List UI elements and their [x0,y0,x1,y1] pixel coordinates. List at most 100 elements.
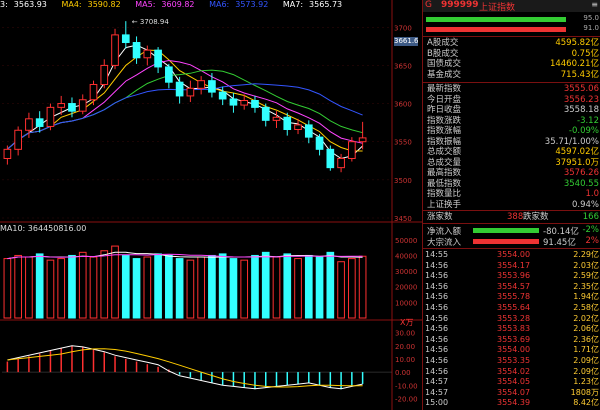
volume-bar [57,258,66,319]
quote-label: 指数涨跌 [427,115,462,126]
candle-body [25,118,33,131]
macd-tick-label: -10.00 [395,382,418,390]
quote-row: 指数振幅 35.71/1.00% [423,137,600,148]
quote-label: 指数量比 [427,189,462,199]
ma3-legend: 3: 3563.93 [0,0,47,9]
price-tick-label: 3550 [394,139,412,147]
up-count-label: 涨家数 [427,212,453,222]
tick-time: 14:56 [425,271,449,281]
ma6-legend: MA6: 3573.92 [209,0,269,9]
block-inflow-bar [473,239,539,244]
quote-label: 昨日收盘 [427,105,462,115]
tick-time: 14:56 [425,313,449,323]
tick-row: 14:56 3555.64 2.58亿 [423,303,600,313]
tick-amount: 1808万 [570,387,599,397]
macd-tick-label: 20.00 [395,343,415,351]
volume-bar [208,254,216,319]
tick-row: 14:57 3554.05 1.23亿 [423,377,600,387]
quote-row: A股成交 4595.82亿 [423,38,600,49]
quote-value: 4595.82亿 [555,38,599,48]
candle-body [14,129,22,150]
tick-amount: 2.06亿 [573,324,599,334]
market-mark: G [425,0,432,10]
ma4-legend: MA4: 3590.82 [61,0,121,9]
tick-row: 14:57 3554.07 1808万 [423,388,600,398]
candle-body [240,100,249,106]
quote-value: 3558.18 [563,105,599,115]
block-inflow-label: 大宗流入 [427,238,462,248]
volume-bar [358,255,367,319]
candle-body [315,136,324,150]
volume-bar [218,253,227,319]
quote-label: 基金成交 [427,69,462,80]
candle-body [57,103,66,108]
tick-price: 3553.35 [497,356,531,365]
tick-row: 14:56 3554.17 2.03亿 [423,261,600,271]
candle-body [294,124,302,130]
quote-value: 715.43亿 [560,69,599,80]
tick-amount: 2.03亿 [573,260,599,270]
quote-row: 指数量比 1.0 [423,189,600,200]
tick-price: 3554.57 [497,281,531,291]
candle-body [46,106,55,127]
ma-line-white [7,44,363,160]
volume-bar [165,254,173,319]
candle-body [348,141,356,159]
volume-bar [14,254,22,319]
quote-label: 国债成交 [427,59,462,69]
index-code: 999999 [441,0,479,10]
quote-value: 1.0 [585,189,599,199]
quote-label: 总成交量 [427,157,462,168]
net-inflow-row: 净流入额 -80.14亿 -2% [423,225,600,237]
volume-bar [68,254,76,319]
candle-body [272,116,281,121]
quote-value: -0.09% [568,126,599,136]
candle-body [154,49,162,68]
peak-label: ← 3708.94 [132,18,170,26]
quote-value: 3540.55 [563,178,599,189]
sell-strength-meter [426,27,566,32]
volume-unit-label: X万 [400,318,414,327]
volume-bar [89,256,98,319]
volume-bar [132,258,141,319]
net-inflow-bar [473,228,539,233]
divider [423,82,600,83]
quote-row: 昨日收盘 3558.18 [423,105,600,116]
tick-time: 14:55 [425,250,449,259]
tick-time: 14:56 [425,281,449,291]
quote-value: 37951.0万 [555,157,599,168]
menu-lines-icon[interactable]: ≡ [591,0,598,9]
tick-price: 3554.00 [497,345,531,355]
tick-price: 3555.64 [497,303,531,312]
tick-time: 14:56 [425,292,449,302]
tick-row: 15:00 3554.39 8.42亿 [423,398,600,408]
kline-chart[interactable]: 3700 3650 3600 3550 3500 3450 50000 40000 30000 2… [0,0,422,410]
candle-body [78,99,87,112]
candle-body [197,80,205,89]
tick-price: 3554.07 [497,387,531,397]
price-tick-label: 3700 [394,24,412,32]
tick-amount: 2.02亿 [573,313,599,323]
quote-value: 35.71/1.00% [544,136,599,147]
tick-price: 3554.00 [497,250,531,259]
candle-body [100,64,109,85]
quote-value: 0.75亿 [571,48,599,59]
candle-body [337,157,345,169]
chart-area[interactable]: 3700 3650 3600 3550 3500 3450 50000 40000 30000 2… [0,0,422,410]
tick-row: 14:56 3554.02 2.09亿 [423,367,600,377]
ma7-legend: MA7: 3565.73 [282,0,343,9]
tick-row: 14:56 3553.28 2.02亿 [423,314,600,324]
tick-time: 14:56 [425,334,449,344]
tick-price: 3553.96 [497,271,531,281]
volume-bar [251,254,259,319]
tick-price: 3554.39 [497,398,531,408]
quote-row: 国债成交 14460.21亿 [423,59,600,70]
buy-strength-meter [426,17,566,22]
candle-body [251,100,259,108]
candle-body [261,106,270,121]
quote-row: 总成交量 37951.0万 [423,158,600,169]
quote-row: 最高指数 3576.26 [423,168,600,179]
tick-amount: 2.29亿 [573,250,599,259]
tick-amount: 2.58亿 [573,303,599,312]
tick-row: 14:56 3553.83 2.06亿 [423,324,600,334]
